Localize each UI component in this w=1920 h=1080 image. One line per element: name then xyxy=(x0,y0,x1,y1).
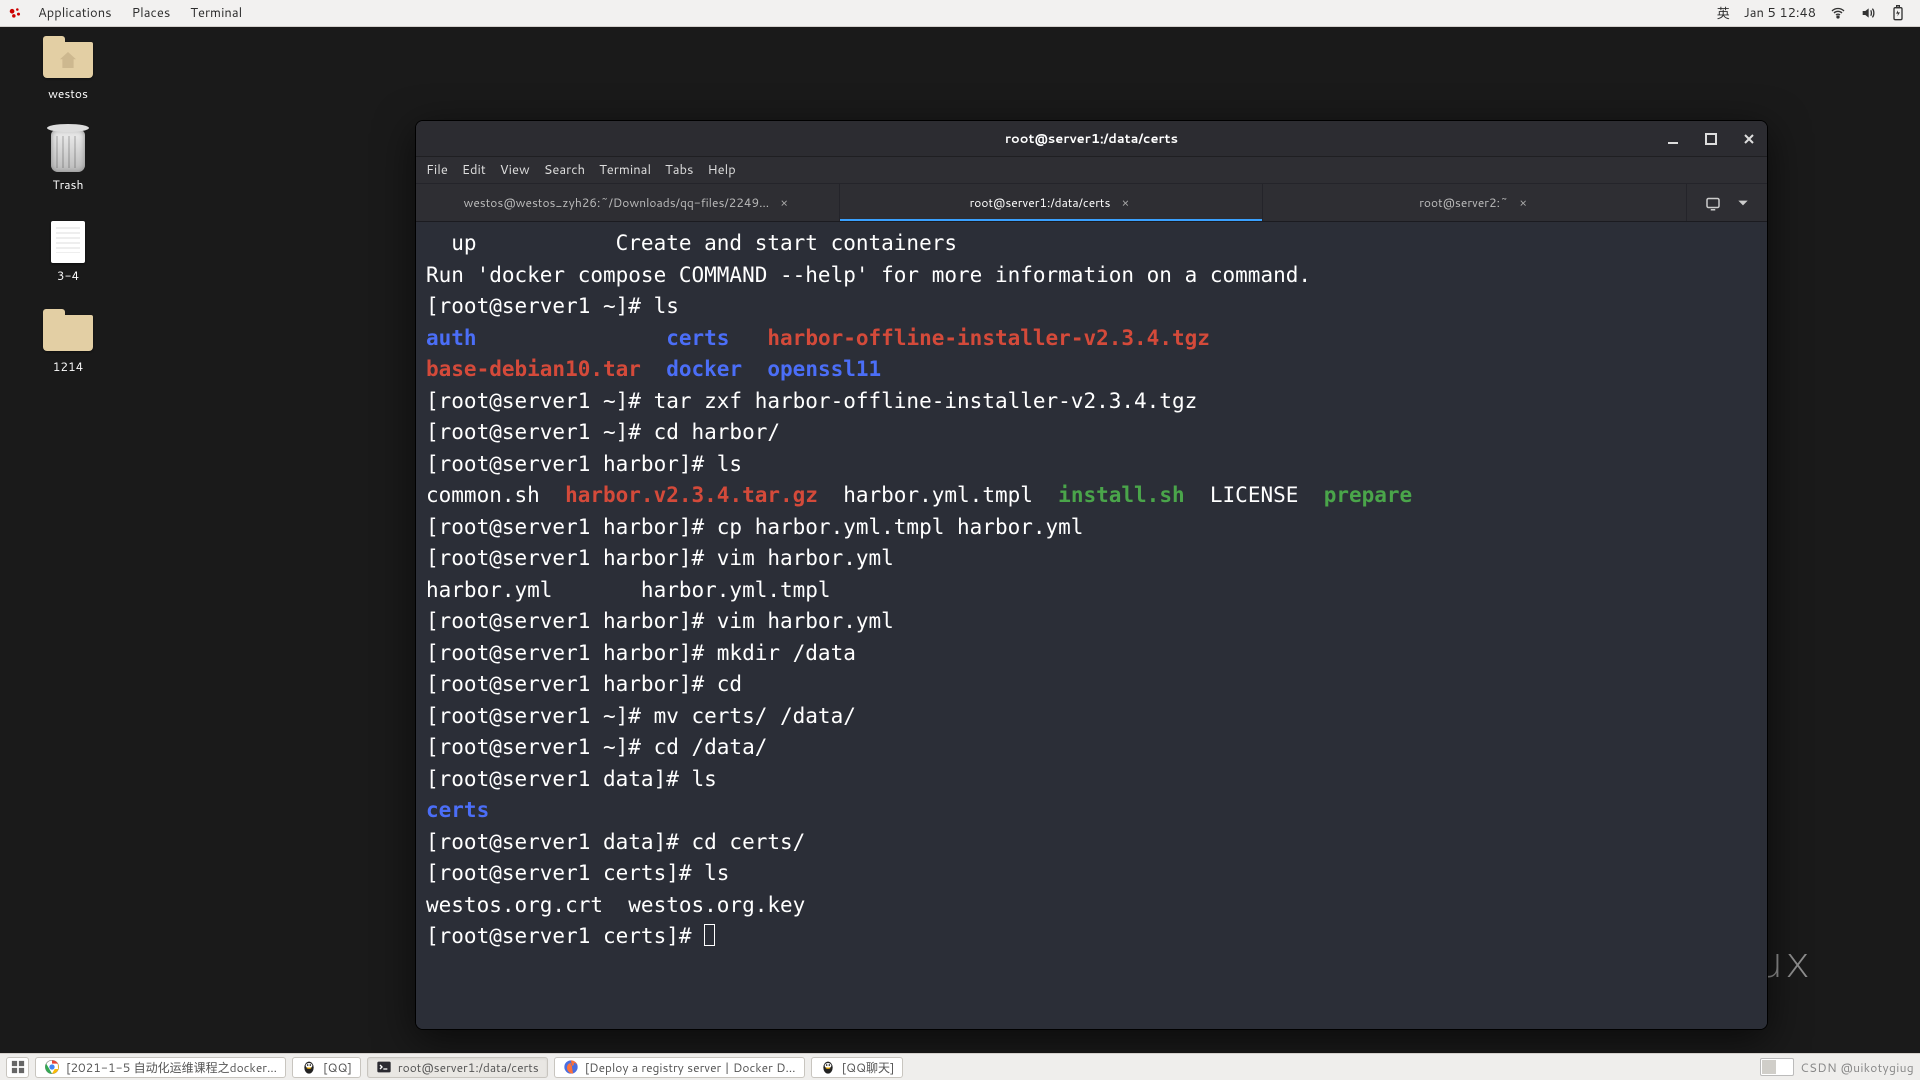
workspace-switcher[interactable] xyxy=(1760,1058,1794,1076)
desktop-icon-home[interactable]: westos xyxy=(28,39,108,102)
task-label: [2021-1-5 自动化运维课程之docker… xyxy=(66,1059,277,1076)
terminal-menubar: File Edit View Search Terminal Tabs Help xyxy=(416,157,1767,184)
terminal-tab[interactable]: root@server2:~ × xyxy=(1263,184,1687,221)
task-label: root@server1:/data/certs xyxy=(398,1059,539,1076)
menu-help[interactable]: Help xyxy=(707,161,735,179)
taskbar-task[interactable]: root@server1:/data/certs xyxy=(367,1057,548,1078)
menu-view[interactable]: View xyxy=(500,161,530,179)
menu-search[interactable]: Search xyxy=(544,161,585,179)
desktop[interactable]: westos Trash 3-4 1214 lux root@server1:/… xyxy=(0,27,1920,1053)
top-menu-places[interactable]: Places xyxy=(122,4,181,22)
clock[interactable]: Jan 5 12:48 xyxy=(1744,4,1816,22)
volume-icon[interactable] xyxy=(1860,5,1876,21)
desktop-icon-label: 1214 xyxy=(53,358,83,375)
task-label: [QQ聊天] xyxy=(842,1059,895,1076)
tab-label: root@server1:/data/certs xyxy=(970,194,1111,211)
desktop-icon-label: 3-4 xyxy=(57,267,79,284)
taskbar-task[interactable]: [Deploy a registry server | Docker D… xyxy=(554,1057,805,1078)
tab-label: westos@westos_zyh26:~/Downloads/qq-files… xyxy=(463,194,769,211)
terminal-tab[interactable]: root@server1:/data/certs × xyxy=(840,184,1264,221)
desktop-icon-label: Trash xyxy=(53,176,84,193)
menu-edit[interactable]: Edit xyxy=(462,161,486,179)
menu-tabs[interactable]: Tabs xyxy=(665,161,693,179)
document-icon xyxy=(51,221,85,263)
wifi-icon[interactable] xyxy=(1830,5,1846,21)
battery-icon[interactable] xyxy=(1890,5,1906,21)
window-maximize-button[interactable] xyxy=(1701,129,1721,149)
qq-icon xyxy=(301,1059,317,1075)
chrome-icon xyxy=(44,1059,60,1075)
taskbar-task[interactable]: [QQ聊天] xyxy=(811,1057,904,1078)
desktop-icons: westos Trash 3-4 1214 xyxy=(28,39,108,375)
desktop-icon-trash[interactable]: Trash xyxy=(28,130,108,193)
terminal-tab[interactable]: westos@westos_zyh26:~/Downloads/qq-files… xyxy=(416,184,840,221)
terminal-icon xyxy=(376,1059,392,1075)
firefox-icon xyxy=(563,1059,579,1075)
top-menu-terminal[interactable]: Terminal xyxy=(180,4,252,22)
window-title: root@server1:/data/certs xyxy=(1005,130,1178,148)
window-titlebar[interactable]: root@server1:/data/certs xyxy=(416,121,1767,157)
broadcast-icon[interactable] xyxy=(1704,194,1722,212)
system-tray: 英 Jan 5 12:48 xyxy=(1717,3,1912,23)
terminal-tabbar: westos@westos_zyh26:~/Downloads/qq-files… xyxy=(416,184,1767,222)
menu-terminal[interactable]: Terminal xyxy=(599,161,651,179)
terminal-output[interactable]: up Create and start containersRun 'docke… xyxy=(416,222,1767,1029)
tab-close-icon[interactable]: × xyxy=(1516,196,1530,210)
tab-menu-icon[interactable] xyxy=(1736,196,1750,210)
folder-icon xyxy=(43,315,93,351)
terminal-window: root@server1:/data/certs File Edit View … xyxy=(415,120,1768,1030)
tab-close-icon[interactable]: × xyxy=(777,196,791,210)
tab-label: root@server2:~ xyxy=(1419,194,1508,211)
taskbar-task[interactable]: [2021-1-5 自动化运维课程之docker… xyxy=(35,1057,286,1078)
top-menu-applications[interactable]: Applications xyxy=(28,4,122,22)
tab-close-icon[interactable]: × xyxy=(1118,196,1132,210)
qq-icon xyxy=(820,1059,836,1075)
distro-logo-icon xyxy=(8,6,22,20)
bottom-panel: [2021-1-5 自动化运维课程之docker… [QQ] root@server… xyxy=(0,1053,1920,1080)
home-folder-icon xyxy=(43,42,93,78)
watermark-text: CSDN @uikotygiug xyxy=(1800,1059,1914,1076)
task-label: [Deploy a registry server | Docker D… xyxy=(585,1059,796,1076)
desktop-icon-label: westos xyxy=(48,85,88,102)
desktop-icon-document[interactable]: 3-4 xyxy=(28,221,108,284)
desktop-icon-folder[interactable]: 1214 xyxy=(28,312,108,375)
trash-icon xyxy=(51,130,85,172)
taskbar-task[interactable]: [QQ] xyxy=(292,1057,361,1078)
menu-file[interactable]: File xyxy=(426,161,448,179)
task-label: [QQ] xyxy=(323,1059,352,1076)
ime-indicator[interactable]: 英 xyxy=(1717,3,1730,23)
top-panel: Applications Places Terminal 英 Jan 5 12:… xyxy=(0,0,1920,27)
show-desktop-button[interactable] xyxy=(6,1057,29,1078)
window-minimize-button[interactable] xyxy=(1663,129,1683,149)
window-close-button[interactable] xyxy=(1739,129,1759,149)
